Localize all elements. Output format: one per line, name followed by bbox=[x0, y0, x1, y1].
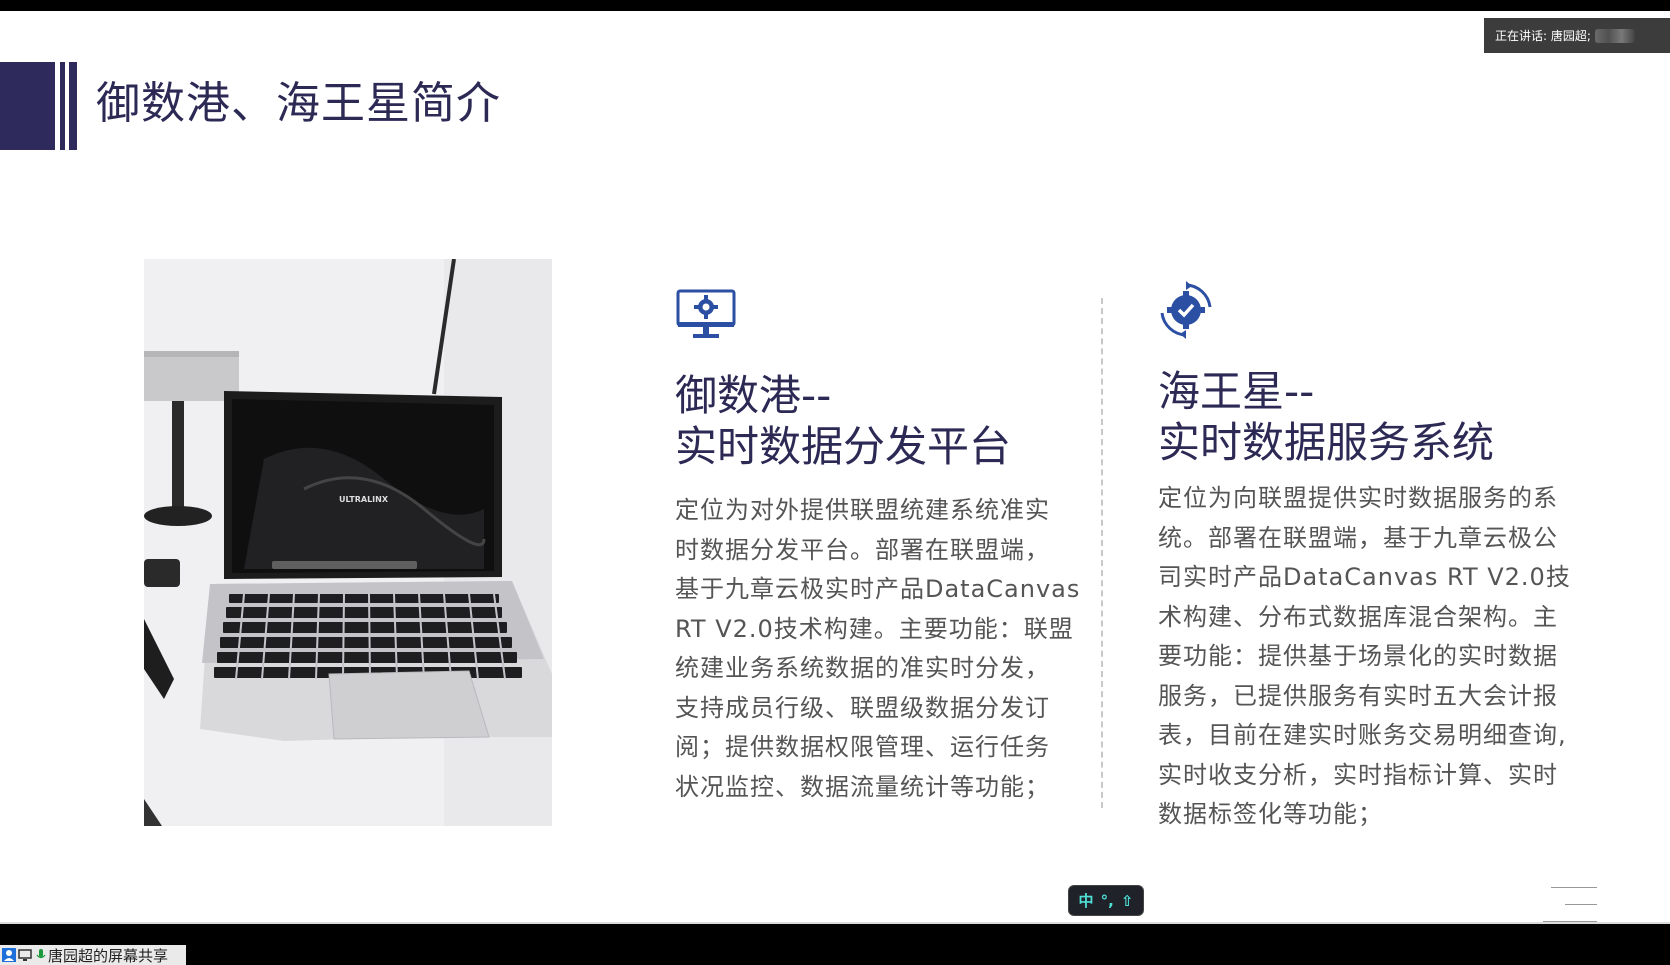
share-label-text: 唐园超的屏幕共享 bbox=[48, 946, 169, 965]
right-heading-line1: 海王星-- bbox=[1158, 367, 1315, 416]
title-accent-block bbox=[0, 62, 55, 150]
title-accent-line bbox=[69, 62, 77, 150]
right-body: 定位为向联盟提供实时数据服务的系 统。部署在联盟端，基于九章云极公 司实时产品D… bbox=[1158, 479, 1578, 835]
blurred-avatar bbox=[1594, 28, 1635, 43]
left-heading: 御数港-- 实时数据分发平台 bbox=[675, 370, 1011, 472]
speaking-label: 正在讲话: 唐园超; bbox=[1495, 29, 1591, 43]
ime-punctuation-toggle[interactable]: °, bbox=[1101, 892, 1114, 910]
user-icon bbox=[2, 948, 16, 962]
body-line: 阅；提供数据权限管理、运行任务 bbox=[675, 733, 1050, 761]
body-line: 服务，已提供服务有实时五大会计报 bbox=[1158, 681, 1558, 710]
column-divider bbox=[1101, 298, 1103, 808]
left-body: 定位为对外提供联盟统建系统准实 时数据分发平台。部署在联盟端， 基于九章云极实时… bbox=[675, 491, 1085, 807]
meeting-bottom-strip bbox=[0, 924, 1670, 965]
body-line: 定位为向联盟提供实时数据服务的系 bbox=[1158, 484, 1558, 512]
body-line: 术构建、分布式数据库混合架构。主 bbox=[1158, 602, 1558, 631]
shift-arrow-icon[interactable]: ⇧ bbox=[1121, 892, 1134, 910]
ime-language-toggle[interactable]: 中 bbox=[1079, 890, 1094, 911]
laptop-photo: ULTRALINX bbox=[144, 259, 552, 826]
gear-check-cycle-icon bbox=[1158, 281, 1214, 339]
body-line: 统建业务系统数据的准实时分发， bbox=[675, 654, 1050, 682]
body-line: 基于九章云极实时产品DataCanvas bbox=[675, 575, 1081, 603]
body-line: 状况监控、数据流量统计等功能； bbox=[675, 772, 1050, 801]
svg-text:ULTRALINX: ULTRALINX bbox=[339, 495, 389, 504]
left-heading-line2: 实时数据分发平台 bbox=[675, 422, 1012, 471]
body-line: 实时收支分析，实时指标计算、实时 bbox=[1158, 760, 1558, 789]
screen-share-icon bbox=[18, 948, 32, 962]
body-line: 司实时产品DataCanvas RT V2.0技 bbox=[1158, 563, 1571, 591]
body-line: 统。部署在联盟端，基于九章云极公 bbox=[1158, 523, 1558, 552]
body-line: 定位为对外提供联盟统建系统准实 bbox=[675, 496, 1050, 524]
microphone-icon bbox=[34, 948, 48, 962]
body-line: RT V2.0技术构建。主要功能：联盟 bbox=[675, 614, 1074, 643]
body-line: 时数据分发平台。部署在联盟端， bbox=[675, 535, 1050, 564]
body-line: 数据标签化等功能； bbox=[1158, 800, 1383, 828]
speaking-indicator: 正在讲话: 唐园超; bbox=[1484, 18, 1670, 53]
body-line: 要功能：提供基于场景化的实时数据 bbox=[1158, 642, 1558, 670]
monitor-gear-icon bbox=[676, 289, 736, 341]
left-heading-line1: 御数港-- bbox=[675, 371, 832, 420]
slide-title: 御数港、海王星简介 bbox=[96, 78, 501, 129]
body-line: 表，目前在建实时账务交易明细查询, bbox=[1158, 721, 1567, 749]
title-accent-line bbox=[60, 62, 65, 150]
right-heading: 海王星-- 实时数据服务系统 bbox=[1158, 366, 1494, 468]
body-line: 支持成员行级、联盟级数据分发订 bbox=[675, 693, 1050, 722]
slide-canvas: 御数港、海王星简介 ULTRALINX 御数港-- 实时数据分发平台 定位为对外… bbox=[0, 11, 1670, 924]
right-heading-line2: 实时数据服务系统 bbox=[1158, 418, 1495, 467]
ime-toolbar[interactable]: 中 °, ⇧ bbox=[1068, 885, 1144, 916]
hamburger-icon[interactable] bbox=[1543, 887, 1598, 924]
screen-share-label[interactable]: 唐园超的屏幕共享 bbox=[0, 945, 186, 965]
